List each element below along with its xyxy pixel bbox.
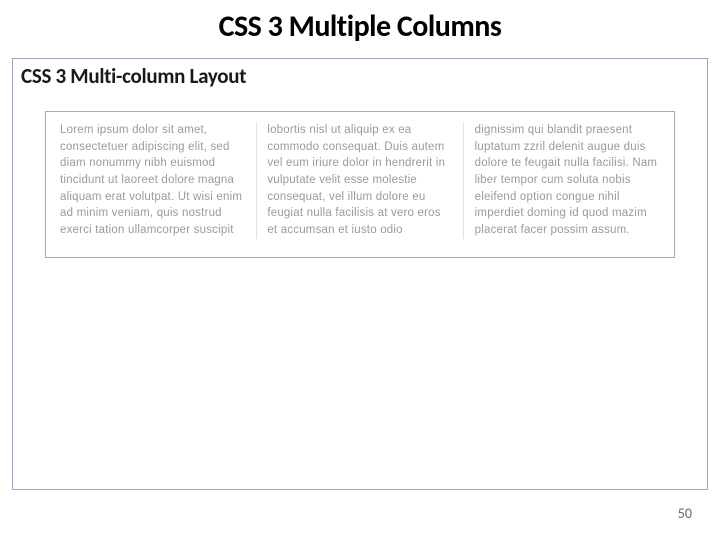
slide: CSS 3 Multiple Columns CSS 3 Multi-colum…: [0, 0, 720, 540]
content-panel: CSS 3 Multi-column Layout Lorem ipsum do…: [12, 58, 708, 490]
slide-title: CSS 3 Multiple Columns: [0, 8, 720, 45]
page-number: 50: [678, 505, 692, 522]
columns-frame: Lorem ipsum dolor sit amet, consectetuer…: [45, 111, 675, 258]
columns-body-text: Lorem ipsum dolor sit amet, consectetuer…: [60, 122, 660, 239]
slide-subtitle: CSS 3 Multi-column Layout: [21, 63, 699, 89]
